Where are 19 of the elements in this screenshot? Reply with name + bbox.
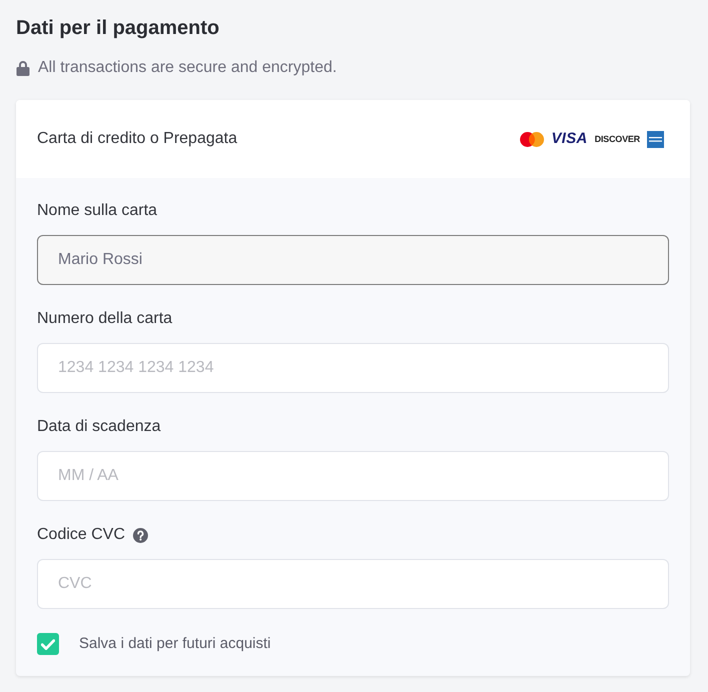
- field-label: Codice CVC: [37, 525, 126, 545]
- section-heading: Dati per il pagamento: [16, 16, 220, 41]
- field-label: Numero della carta: [37, 309, 172, 329]
- checkbox-label: Salva i dati per futuri acquisti: [79, 634, 271, 654]
- input-field[interactable]: MM / AA: [37, 451, 669, 501]
- payment-method-label: Carta di credito o Prepagata: [37, 129, 238, 149]
- input-field[interactable]: Mario Rossi: [37, 235, 669, 285]
- card-brand-wordmark: DISCOVER: [594, 133, 640, 145]
- square-card-logo-icon: [647, 130, 664, 148]
- checkmark-icon: [41, 638, 55, 650]
- checkbox[interactable]: [37, 633, 59, 655]
- lock-icon: [16, 60, 30, 76]
- overlapping-circles-icon: [520, 132, 544, 146]
- security-note: All transactions are secure and encrypted.: [38, 58, 337, 78]
- field-label: Data di scadenza: [37, 417, 161, 437]
- card-brand-wordmark: VISA: [551, 131, 588, 147]
- field-label: Nome sulla carta: [37, 201, 158, 221]
- input-field[interactable]: 1234 1234 1234 1234: [37, 343, 669, 393]
- input-field[interactable]: CVC: [37, 559, 669, 609]
